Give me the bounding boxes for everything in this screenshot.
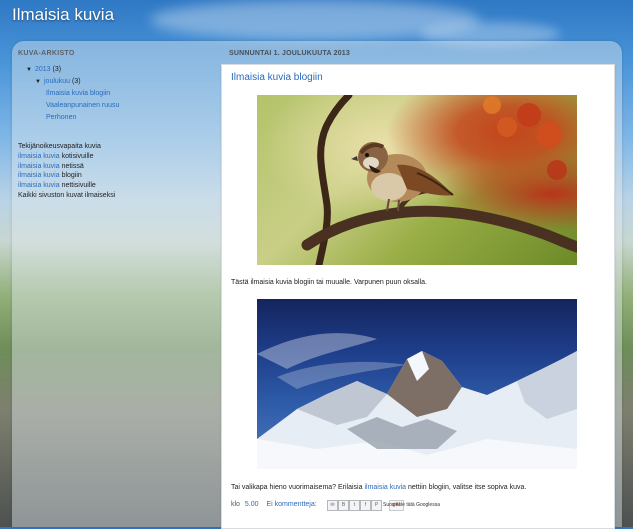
facebook-icon[interactable]: f [360,500,371,511]
mountain-photo[interactable] [257,299,577,469]
archive-year-count: (3) [52,66,62,73]
promo-text: Tekijänoikeusvapaita kuvia [18,143,101,150]
post-caption: Tai valikapa hieno vuorimaisema? Erilais… [231,484,526,491]
caption-text: Tai valikapa hieno vuorimaisema? Erilais… [231,484,365,491]
twitter-icon[interactable]: t [349,500,360,511]
archive-month: ▼ joulukuu (3) [18,76,203,88]
caption-link[interactable]: ilmaisia kuvia [364,484,406,491]
pinterest-icon[interactable]: P [371,500,382,511]
promo-text: netissä [59,162,84,170]
promo-text: blogiin [59,172,82,180]
sparrow-illustration [301,95,577,265]
blog-this-icon[interactable]: B [338,500,349,511]
archive-month-link[interactable]: joulukuu [44,78,70,85]
promo-link[interactable]: ilmaisia kuvia [18,172,60,179]
promo-text-block: Tekijänoikeusvapaita kuvia ilmaisia kuvi… [18,142,203,201]
triangle-down-icon[interactable]: ▼ [26,64,35,76]
email-icon[interactable]: ✉ [327,500,338,511]
archive-post-link[interactable]: Perhonen [46,114,76,121]
archive-heading: KUVA-ARKISTO [18,50,75,57]
footer-prefix: klo [231,501,240,508]
archive-post-link[interactable]: Vaaleanpunainen ruusu [46,102,119,109]
recommend-text: Suosittele tätä Googlessa [383,502,440,508]
promo-link[interactable]: ilmaisia kuvia [18,163,60,170]
mountain-illustration [257,333,577,469]
promo-link[interactable]: ilmaisia kuvia [18,182,60,189]
post-caption: Tästä ilmaisia kuvia blogiin tai muualle… [231,279,427,286]
sparrow-photo[interactable] [257,95,577,265]
archive-post-link[interactable]: Ilmaisia kuvia blogiin [46,90,110,97]
sidebar: KUVA-ARKISTO ▼ 2013 (3) ▼ joulukuu (3) Ilm… [18,50,203,201]
promo-text: kotisivuille [59,152,94,160]
post-date-header: SUNNUNTAI 1. JOULUKUUTA 2013 [229,50,350,57]
promo-text: nettisivuille [59,182,96,190]
post-time-link[interactable]: 5.00 [245,501,259,508]
archive-month-count: (3) [72,78,81,85]
blog-title[interactable]: Ilmaisia kuvia [12,5,114,25]
post-title[interactable]: Ilmaisia kuvia blogiin [231,72,323,83]
archive-year: ▼ 2013 (3) [18,64,203,76]
triangle-down-icon[interactable]: ▼ [35,76,44,88]
archive-year-link[interactable]: 2013 [35,66,51,73]
caption-text: nettiin blogiin, valitse itse sopiva kuv… [406,484,527,491]
comments-link[interactable]: Ei kommentteja: [266,501,316,508]
post-footer: klo 5.00 Ei kommentteja: [231,501,317,508]
promo-link[interactable]: ilmaisia kuvia [18,153,60,160]
promo-text: Kaikki sivuston kuvat ilmaiseksi [18,191,116,199]
